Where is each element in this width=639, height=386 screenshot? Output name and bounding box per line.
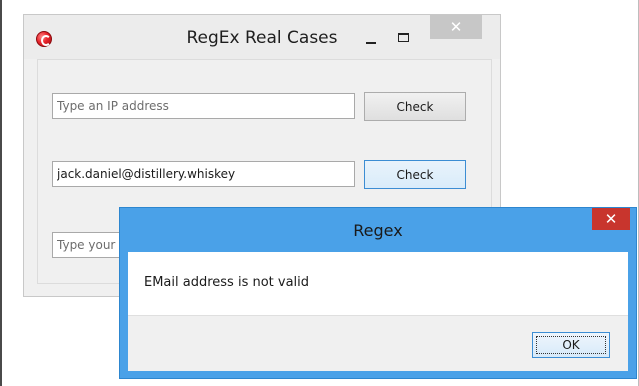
window-title: RegEx Real Cases	[186, 28, 338, 48]
minimize-button[interactable]	[358, 27, 384, 51]
ok-button[interactable]: OK	[532, 332, 610, 358]
close-icon: ✕	[604, 210, 618, 228]
maximize-icon	[397, 32, 409, 42]
check-ip-button[interactable]: Check	[364, 92, 466, 121]
dialog-body: EMail address is not valid OK	[128, 252, 628, 371]
dialog-message-area: EMail address is not valid	[128, 252, 628, 316]
background-edge	[0, 0, 2, 386]
dialog-message: EMail address is not valid	[144, 275, 310, 290]
ip-address-input[interactable]	[52, 93, 355, 119]
check-ip-label: Check	[396, 99, 434, 114]
close-icon: ✕	[449, 18, 463, 36]
dialog-close-button[interactable]: ✕	[592, 208, 630, 230]
regex-dialog: Regex ✕ EMail address is not valid OK	[119, 207, 637, 379]
check-email-button[interactable]: Check	[364, 160, 466, 189]
main-titlebar[interactable]: RegEx Real Cases ✕	[24, 15, 500, 59]
focus-ring	[536, 336, 606, 354]
dialog-title: Regex	[353, 221, 403, 240]
email-input[interactable]	[52, 161, 355, 187]
maximize-button[interactable]	[390, 25, 416, 49]
close-button[interactable]: ✕	[430, 15, 482, 39]
check-email-label: Check	[396, 167, 434, 182]
minimize-icon	[366, 42, 376, 44]
